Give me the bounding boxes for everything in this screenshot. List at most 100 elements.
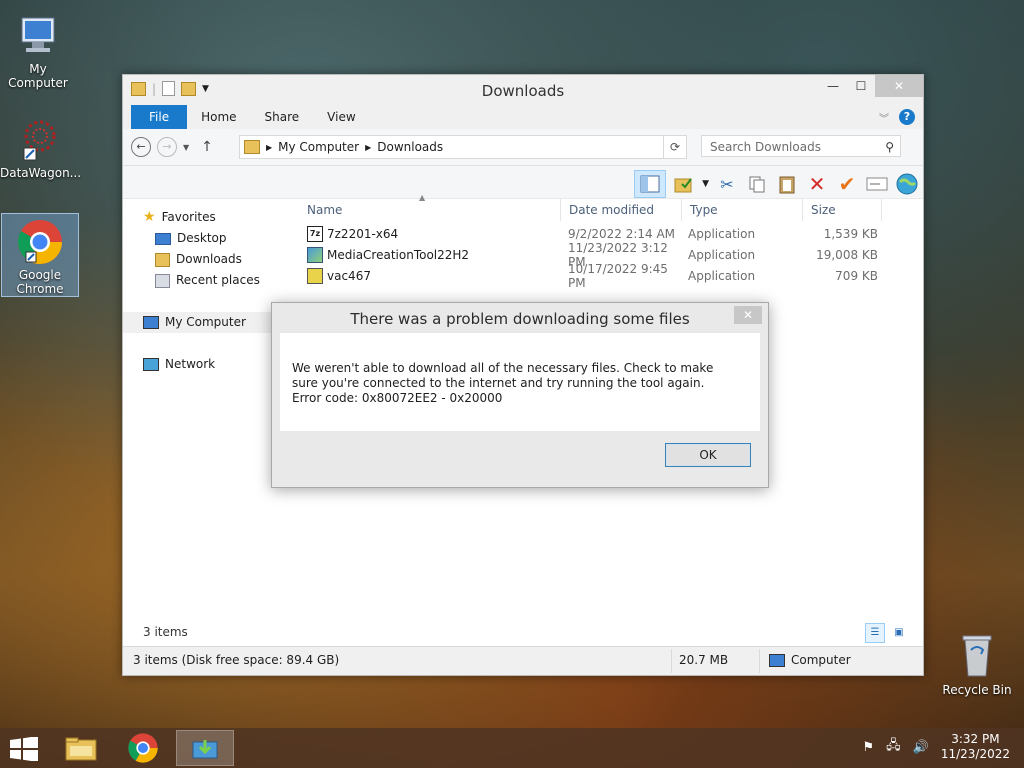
chrome-icon [128, 733, 158, 763]
nav-label: Favorites [161, 210, 216, 224]
tab-share[interactable]: Share [251, 105, 314, 129]
dialog-title: There was a problem downloading some fil… [350, 310, 690, 328]
downloads-icon [155, 252, 170, 267]
volume-icon[interactable]: 🔊 [913, 740, 929, 755]
taskbar-media-creation-tool[interactable] [176, 730, 234, 766]
start-button[interactable] [10, 736, 38, 764]
file-list: Name Date modified Type Size ▲ 7z 7z2201… [299, 193, 907, 290]
back-button[interactable]: ← [131, 137, 151, 157]
nav-recent-places[interactable]: Recent places [131, 270, 291, 291]
up-arrow-icon[interactable]: ↑ [201, 139, 213, 155]
clock-date: 11/23/2022 [940, 747, 1010, 761]
help-icon[interactable]: ? [899, 109, 915, 125]
media-creation-tool-icon [307, 246, 323, 263]
cut-button[interactable]: ✂ [715, 172, 739, 196]
properties-folder-icon [674, 178, 692, 193]
address-bar[interactable]: ▶ My Computer ▶ Downloads ⌄ [239, 135, 685, 159]
desktop-icon-label: My Computer [8, 62, 68, 90]
network-icon[interactable]: 🖧 [886, 736, 901, 758]
ribbon-tabs: File Home Share View ︾ ? [123, 105, 923, 129]
properties-button[interactable] [672, 172, 696, 196]
nav-network[interactable]: Network [131, 354, 291, 375]
nav-label: Network [165, 357, 216, 371]
search-input[interactable]: Search Downloads ⚲ [701, 135, 901, 157]
dialog-message: We weren't able to download all of the n… [292, 361, 714, 405]
file-size: 19,008 KB [816, 247, 878, 262]
recent-locations-icon[interactable]: ▼ [183, 143, 189, 152]
table-row[interactable]: vac467 10/17/2022 9:45 PM Application 70… [299, 262, 907, 290]
paste-button[interactable] [775, 172, 799, 196]
refresh-button[interactable]: ⟳ [663, 135, 687, 159]
column-size[interactable]: Size [803, 199, 882, 221]
breadcrumb-downloads[interactable]: Downloads [371, 140, 449, 154]
window-title: Downloads [481, 82, 565, 100]
dialog-body: We weren't able to download all of the n… [280, 333, 760, 431]
large-icons-view-icon[interactable]: ▣ [889, 623, 909, 643]
7zip-icon: 7z [307, 225, 323, 242]
recycle-bin-icon [962, 635, 992, 677]
file-explorer-icon [65, 737, 97, 761]
chrome-icon [16, 218, 64, 266]
datawagon-icon [14, 116, 62, 164]
dialog-close-button[interactable]: ✕ [734, 306, 762, 324]
file-size: 1,539 KB [823, 226, 878, 241]
clock[interactable]: 3:32 PM 11/23/2022 [941, 732, 1010, 762]
taskbar-file-explorer[interactable] [52, 730, 110, 766]
scissors-icon: ✂ [720, 174, 734, 194]
nav-my-computer[interactable]: My Computer [123, 312, 291, 333]
search-placeholder: Search Downloads [710, 140, 821, 154]
ok-button[interactable]: OK [665, 443, 751, 467]
minimize-button[interactable]: — [819, 75, 847, 97]
desktop-icon-my-computer[interactable]: My Computer [0, 8, 76, 90]
checkmark-icon: ✔ [838, 172, 856, 196]
computer-icon [769, 653, 785, 667]
file-date: 9/2/2022 2:14 AM [568, 226, 676, 241]
globe-button[interactable] [895, 172, 919, 196]
desktop-icon-datawagon[interactable]: DataWagon... [0, 112, 82, 180]
desktop-icon-recycle-bin[interactable]: Recycle Bin [940, 630, 1014, 697]
forward-button[interactable]: → [157, 137, 177, 157]
command-toolbar: ▼ ✂ ✕ ✔ [123, 166, 923, 199]
column-date-modified[interactable]: Date modified [561, 199, 682, 221]
delete-x-icon: ✕ [808, 172, 826, 196]
rename-button[interactable] [865, 172, 889, 196]
desktop-icon-google-chrome[interactable]: Google Chrome [1, 213, 79, 297]
address-row: ← → ▼ ↑ ▶ My Computer ▶ Downloads ⌄ ⟳ Se… [123, 129, 923, 166]
column-name[interactable]: Name [299, 199, 561, 221]
tab-view[interactable]: View [313, 105, 369, 129]
search-icon: ⚲ [885, 140, 894, 154]
computer-icon [143, 316, 159, 329]
maximize-button[interactable]: ☐ [847, 75, 875, 97]
expand-ribbon-icon[interactable]: ︾ [879, 110, 889, 125]
media-creation-tool-icon [192, 740, 218, 759]
breadcrumb-my-computer[interactable]: My Computer [272, 140, 365, 154]
delete-button[interactable]: ✕ [805, 172, 829, 196]
windows-logo-icon [10, 736, 38, 762]
tab-home[interactable]: Home [187, 105, 250, 129]
status-location: Computer [791, 653, 851, 667]
taskbar: ⚑ 🖧 🔊 3:32 PM 11/23/2022 [0, 728, 1024, 768]
desktop-icon-label: DataWagon... [0, 166, 82, 180]
layout-icon [640, 175, 660, 193]
chevron-down-icon[interactable]: ▼ [702, 179, 709, 189]
copy-button[interactable] [745, 172, 769, 196]
taskbar-chrome[interactable] [114, 730, 172, 766]
close-button[interactable]: ✕ [875, 75, 923, 97]
star-icon: ★ [143, 209, 156, 225]
recent-places-icon [155, 273, 170, 288]
preview-pane-button[interactable] [634, 170, 667, 198]
nav-downloads[interactable]: Downloads [131, 249, 291, 270]
file-name: 7z2201-x64 [327, 226, 399, 241]
accept-button[interactable]: ✔ [835, 172, 859, 196]
downloads-folder-icon [244, 140, 260, 154]
copy-icon [749, 176, 765, 193]
nav-desktop[interactable]: Desktop [131, 228, 291, 249]
column-type[interactable]: Type [682, 199, 803, 221]
nav-favorites[interactable]: ★ Favorites [131, 207, 291, 228]
action-center-flag-icon[interactable]: ⚑ [862, 740, 874, 755]
title-bar[interactable]: | ▼ Downloads — ☐ ✕ [123, 75, 923, 105]
tab-file[interactable]: File [131, 105, 188, 129]
file-name: MediaCreationTool22H2 [327, 247, 470, 262]
rename-icon [866, 177, 888, 191]
details-view-icon[interactable]: ☰ [865, 623, 885, 643]
